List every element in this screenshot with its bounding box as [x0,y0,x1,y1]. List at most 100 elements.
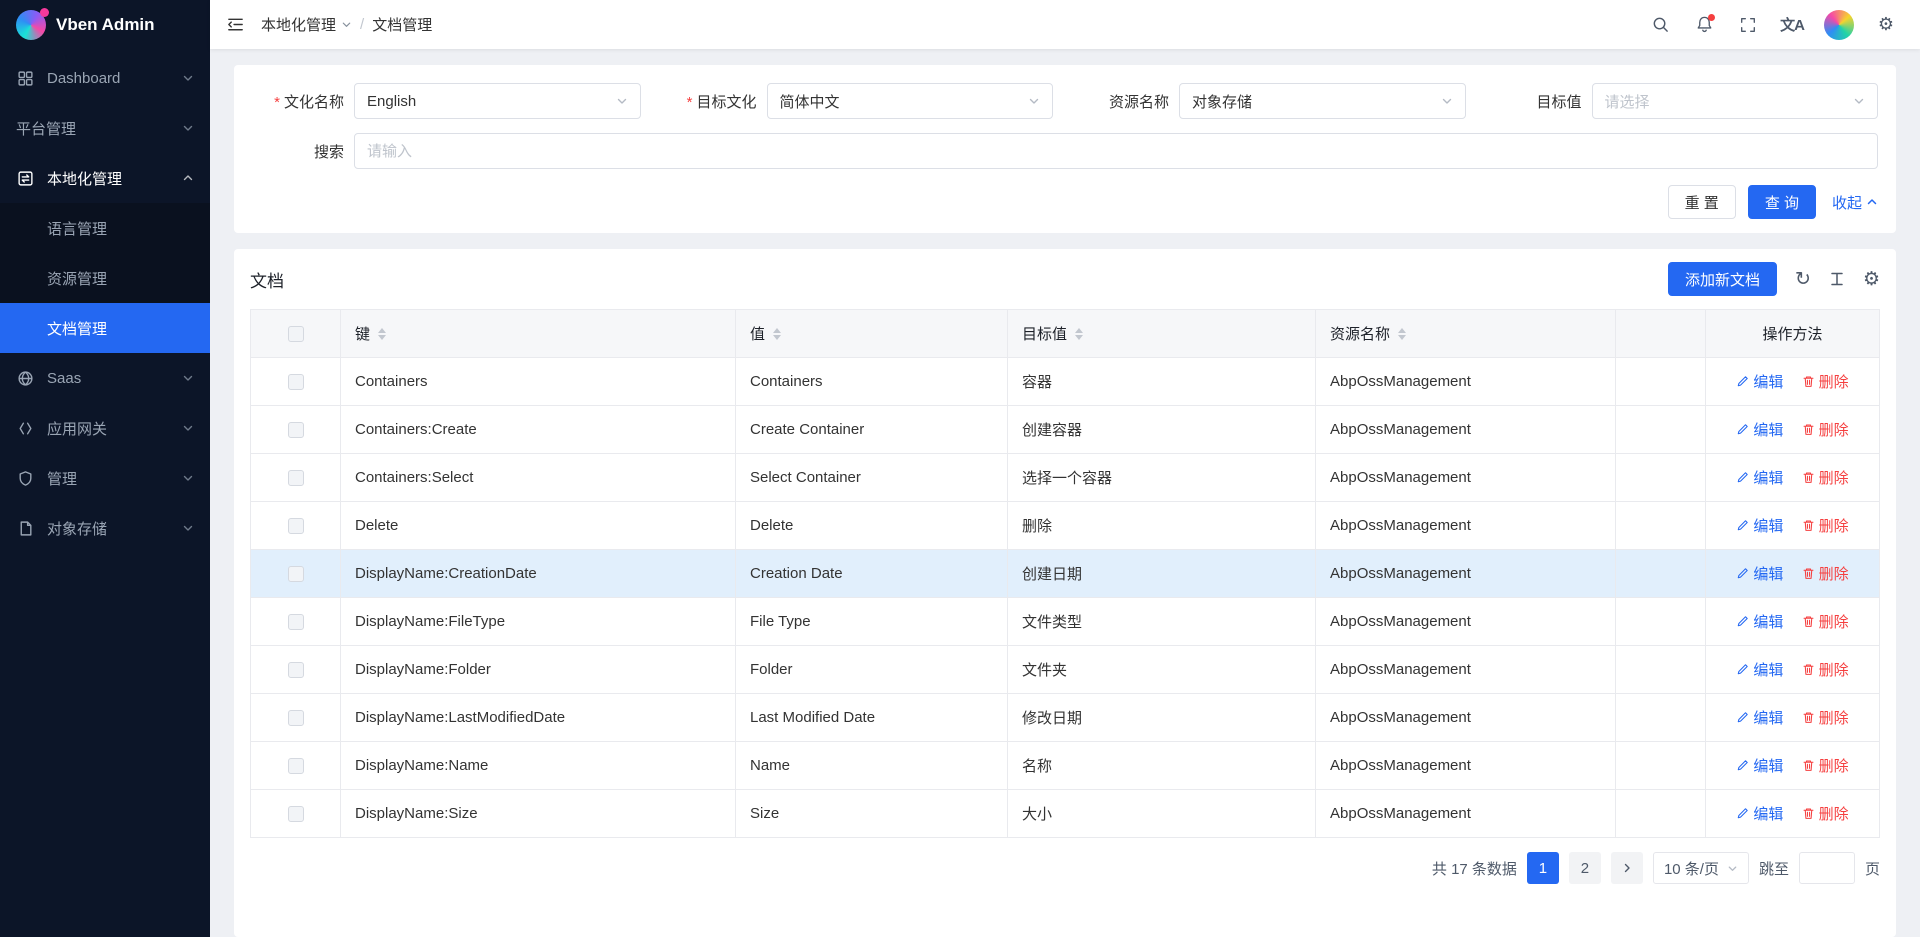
delete-button[interactable]: 删除 [1802,515,1849,536]
delete-button[interactable]: 删除 [1802,419,1849,440]
table-row[interactable]: Delete Delete 删除 AbpOssManagement 编辑 删除 [251,502,1880,550]
cell-value: File Type [736,598,1008,646]
sidebar-item-resource-mgmt[interactable]: 资源管理 [0,253,210,303]
sidebar-item-object-storage[interactable]: 对象存储 [0,503,210,553]
reset-button[interactable]: 重 置 [1668,185,1736,219]
next-page-button[interactable] [1611,852,1643,884]
menu-label: 资源管理 [47,268,194,289]
delete-button[interactable]: 删除 [1802,371,1849,392]
jump-page-input[interactable] [1799,852,1855,884]
column-header-key[interactable]: 键 [341,310,736,358]
search-input[interactable] [367,143,1865,160]
delete-button[interactable]: 删除 [1802,803,1849,824]
notification-bell-icon[interactable] [1684,5,1724,45]
edit-button[interactable]: 编辑 [1736,563,1783,584]
table-row[interactable]: Containers:Select Select Container 选择一个容… [251,454,1880,502]
row-checkbox[interactable] [288,518,304,534]
breadcrumb-parent[interactable]: 本地化管理 [261,14,352,35]
sort-icons[interactable] [773,328,781,340]
sidebar-item-platform-mgmt[interactable]: 平台管理 [0,103,210,153]
edit-button[interactable]: 编辑 [1736,659,1783,680]
edit-button[interactable]: 编辑 [1736,419,1783,440]
edit-label: 编辑 [1753,707,1783,728]
sidebar-item-language-mgmt[interactable]: 语言管理 [0,203,210,253]
table-row[interactable]: DisplayName:Name Name 名称 AbpOssManagemen… [251,742,1880,790]
row-checkbox[interactable] [288,758,304,774]
column-header-target-value[interactable]: 目标值 [1008,310,1316,358]
page-size-select[interactable]: 10 条/页 [1653,852,1749,884]
edit-button[interactable]: 编辑 [1736,611,1783,632]
avatar[interactable] [1824,10,1854,40]
sidebar-item-app-gateway[interactable]: 应用网关 [0,403,210,453]
edit-button[interactable]: 编辑 [1736,515,1783,536]
page-button-1[interactable]: 1 [1527,852,1559,884]
sidebar-item-saas[interactable]: Saas [0,353,210,403]
fullscreen-icon[interactable] [1728,5,1768,45]
page-button-2[interactable]: 2 [1569,852,1601,884]
edit-button[interactable]: 编辑 [1736,707,1783,728]
delete-button[interactable]: 删除 [1802,563,1849,584]
search-icon[interactable] [1640,5,1680,45]
cell-target: 文件类型 [1008,598,1316,646]
row-checkbox[interactable] [288,806,304,822]
column-header-value[interactable]: 值 [736,310,1008,358]
table-row[interactable]: DisplayName:FileType File Type 文件类型 AbpO… [251,598,1880,646]
table-row[interactable]: Containers:Create Create Container 创建容器 … [251,406,1880,454]
edit-button[interactable]: 编辑 [1736,803,1783,824]
sidebar-item-localization-mgmt[interactable]: 本地化管理 [0,153,210,203]
delete-button[interactable]: 删除 [1802,467,1849,488]
table-row[interactable]: DisplayName:Size Size 大小 AbpOssManagemen… [251,790,1880,838]
target-value-select[interactable]: 请选择 [1592,83,1879,119]
settings-gear-icon[interactable]: ⚙ [1866,5,1906,45]
delete-label: 删除 [1819,803,1849,824]
culture-name-select[interactable]: English [354,83,641,119]
edit-button[interactable]: 编辑 [1736,371,1783,392]
column-header-resource-name[interactable]: 资源名称 [1316,310,1616,358]
add-document-button[interactable]: 添加新文档 [1668,262,1777,296]
delete-button[interactable]: 删除 [1802,659,1849,680]
row-checkbox[interactable] [288,662,304,678]
delete-button[interactable]: 删除 [1802,707,1849,728]
filter-target-culture: 目标文化 简体中文 [665,83,1054,119]
row-checkbox[interactable] [288,422,304,438]
sort-icons[interactable] [1398,328,1406,340]
delete-label: 删除 [1819,419,1849,440]
menu-fold-icon[interactable] [226,15,245,34]
collapse-button[interactable]: 收起 [1832,192,1878,213]
logo-badge-dot [40,8,49,17]
row-checkbox[interactable] [288,566,304,582]
cell-target: 选择一个容器 [1008,454,1316,502]
row-height-icon[interactable] [1829,271,1845,287]
sidebar-item-dashboard[interactable]: Dashboard [0,53,210,103]
cell-empty [1616,550,1706,598]
edit-button[interactable]: 编辑 [1736,467,1783,488]
table-row[interactable]: DisplayName:CreationDate Creation Date 创… [251,550,1880,598]
sidebar-item-document-mgmt[interactable]: 文档管理 [0,303,210,353]
resource-name-select[interactable]: 对象存储 [1179,83,1466,119]
query-button[interactable]: 查 询 [1748,185,1816,219]
table-row[interactable]: DisplayName:Folder Folder 文件夹 AbpOssMana… [251,646,1880,694]
delete-label: 删除 [1819,659,1849,680]
sidebar-item-management[interactable]: 管理 [0,453,210,503]
table-row[interactable]: Containers Containers 容器 AbpOssManagemen… [251,358,1880,406]
app-logo[interactable]: Vben Admin [0,0,210,49]
row-checkbox[interactable] [288,374,304,390]
row-checkbox[interactable] [288,470,304,486]
sort-icons[interactable] [1075,328,1083,340]
refresh-icon[interactable]: ↻ [1795,268,1811,291]
select-all-checkbox[interactable] [288,326,304,342]
delete-button[interactable]: 删除 [1802,755,1849,776]
row-checkbox[interactable] [288,710,304,726]
delete-button[interactable]: 删除 [1802,611,1849,632]
edit-button[interactable]: 编辑 [1736,755,1783,776]
column-settings-icon[interactable]: ⚙ [1863,268,1880,291]
translate-icon[interactable]: 文A [1772,5,1812,45]
pencil-icon [1736,519,1749,532]
row-checkbox[interactable] [288,614,304,630]
sort-icons[interactable] [378,328,386,340]
cell-empty [1616,598,1706,646]
target-culture-select[interactable]: 简体中文 [767,83,1054,119]
breadcrumb-current: 文档管理 [372,14,432,35]
table-row[interactable]: DisplayName:LastModifiedDate Last Modifi… [251,694,1880,742]
documents-table: 键 值 目标值 [250,309,1880,838]
